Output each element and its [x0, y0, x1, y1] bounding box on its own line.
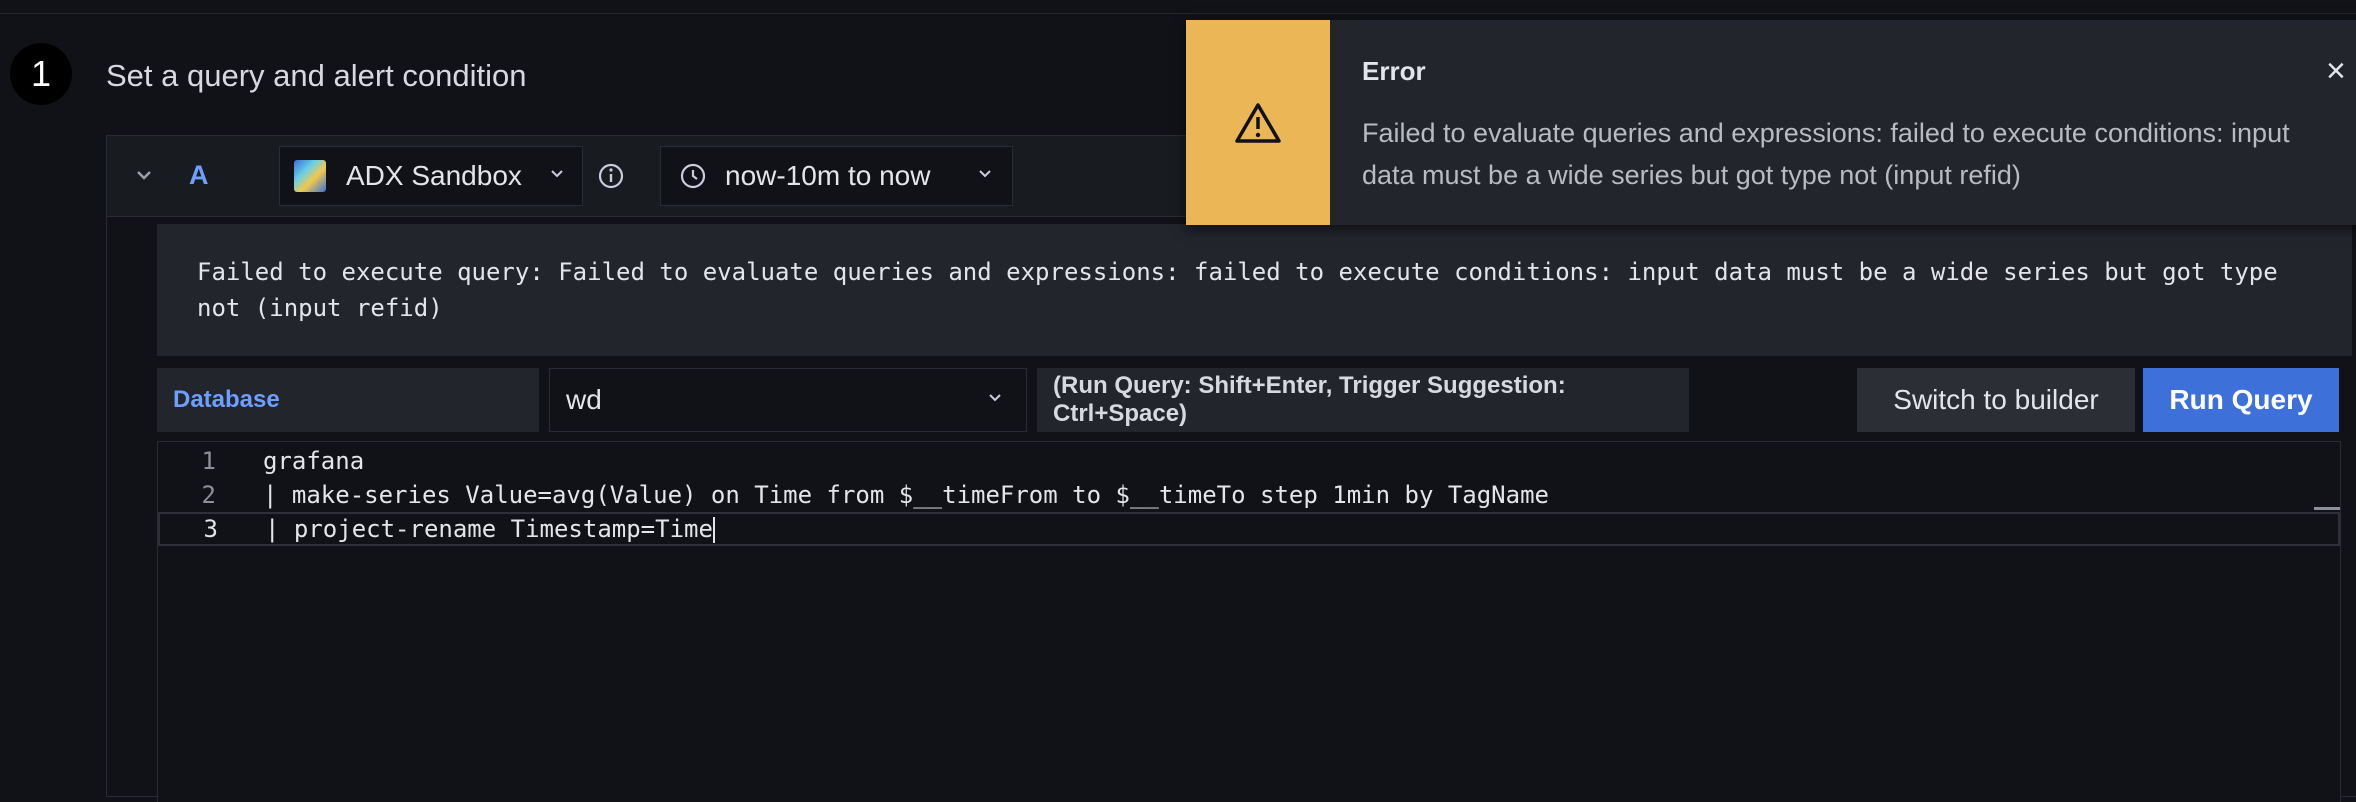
chevron-down-icon [548, 164, 566, 188]
adx-logo-icon [294, 160, 326, 192]
toast-title: Error [1362, 56, 1426, 86]
toast-icon-area [1186, 20, 1330, 225]
code-text: grafana [263, 447, 365, 475]
query-ref-id[interactable]: A [189, 160, 209, 191]
overview-ruler-mark [2314, 507, 2340, 510]
toast-message: Failed to evaluate queries and expressio… [1362, 118, 2290, 190]
code-text-current: | project-rename Timestamp=Time [265, 515, 715, 543]
chevron-down-icon [976, 164, 994, 188]
code-editor[interactable]: 1 grafana 2 | make-series Value=avg(Valu… [157, 441, 2341, 802]
line-number: 3 [203, 515, 218, 543]
time-range-picker[interactable]: now-10m to now [660, 146, 1013, 206]
code-line: 1 grafana [158, 444, 2340, 478]
code-line: 2 | make-series Value=avg(Value) on Time… [158, 478, 2340, 512]
switch-to-builder-button[interactable]: Switch to builder [1857, 368, 2135, 432]
step-number-badge: 1 [10, 43, 72, 105]
warning-icon [1235, 102, 1281, 143]
run-query-button[interactable]: Run Query [2143, 368, 2339, 432]
line-number: 2 [201, 481, 216, 509]
line-number: 1 [201, 447, 216, 475]
code-line-current: 3 | project-rename Timestamp=Time [158, 512, 2340, 546]
error-toast: Error Failed to evaluate queries and exp… [1186, 20, 2356, 225]
close-icon[interactable]: × [2326, 52, 2346, 91]
clock-icon [679, 162, 707, 190]
database-select[interactable]: wd [549, 368, 1027, 432]
info-icon[interactable] [597, 162, 625, 190]
step-title: Set a query and alert condition [106, 58, 527, 93]
collapse-chevron-icon[interactable] [129, 160, 159, 190]
code-text: | project-rename Timestamp=Time [265, 515, 713, 543]
query-error-message: Failed to execute query: Failed to evalu… [157, 224, 2352, 356]
time-range-value: now-10m to now [725, 160, 931, 191]
code-text: | make-series Value=avg(Value) on Time f… [263, 481, 1549, 509]
query-panel: A ADX Sandbox now-10m to now Failed to e… [106, 135, 2356, 802]
step-number: 1 [30, 53, 52, 94]
datasource-name: ADX Sandbox [346, 160, 522, 191]
keyboard-hint: (Run Query: Shift+Enter, Trigger Suggest… [1037, 368, 1689, 432]
top-bar [0, 0, 2356, 14]
database-label: Database [157, 368, 539, 432]
chevron-down-icon [986, 388, 1004, 412]
datasource-picker[interactable]: ADX Sandbox [279, 146, 583, 206]
database-value: wd [566, 384, 602, 415]
text-cursor [712, 517, 715, 543]
